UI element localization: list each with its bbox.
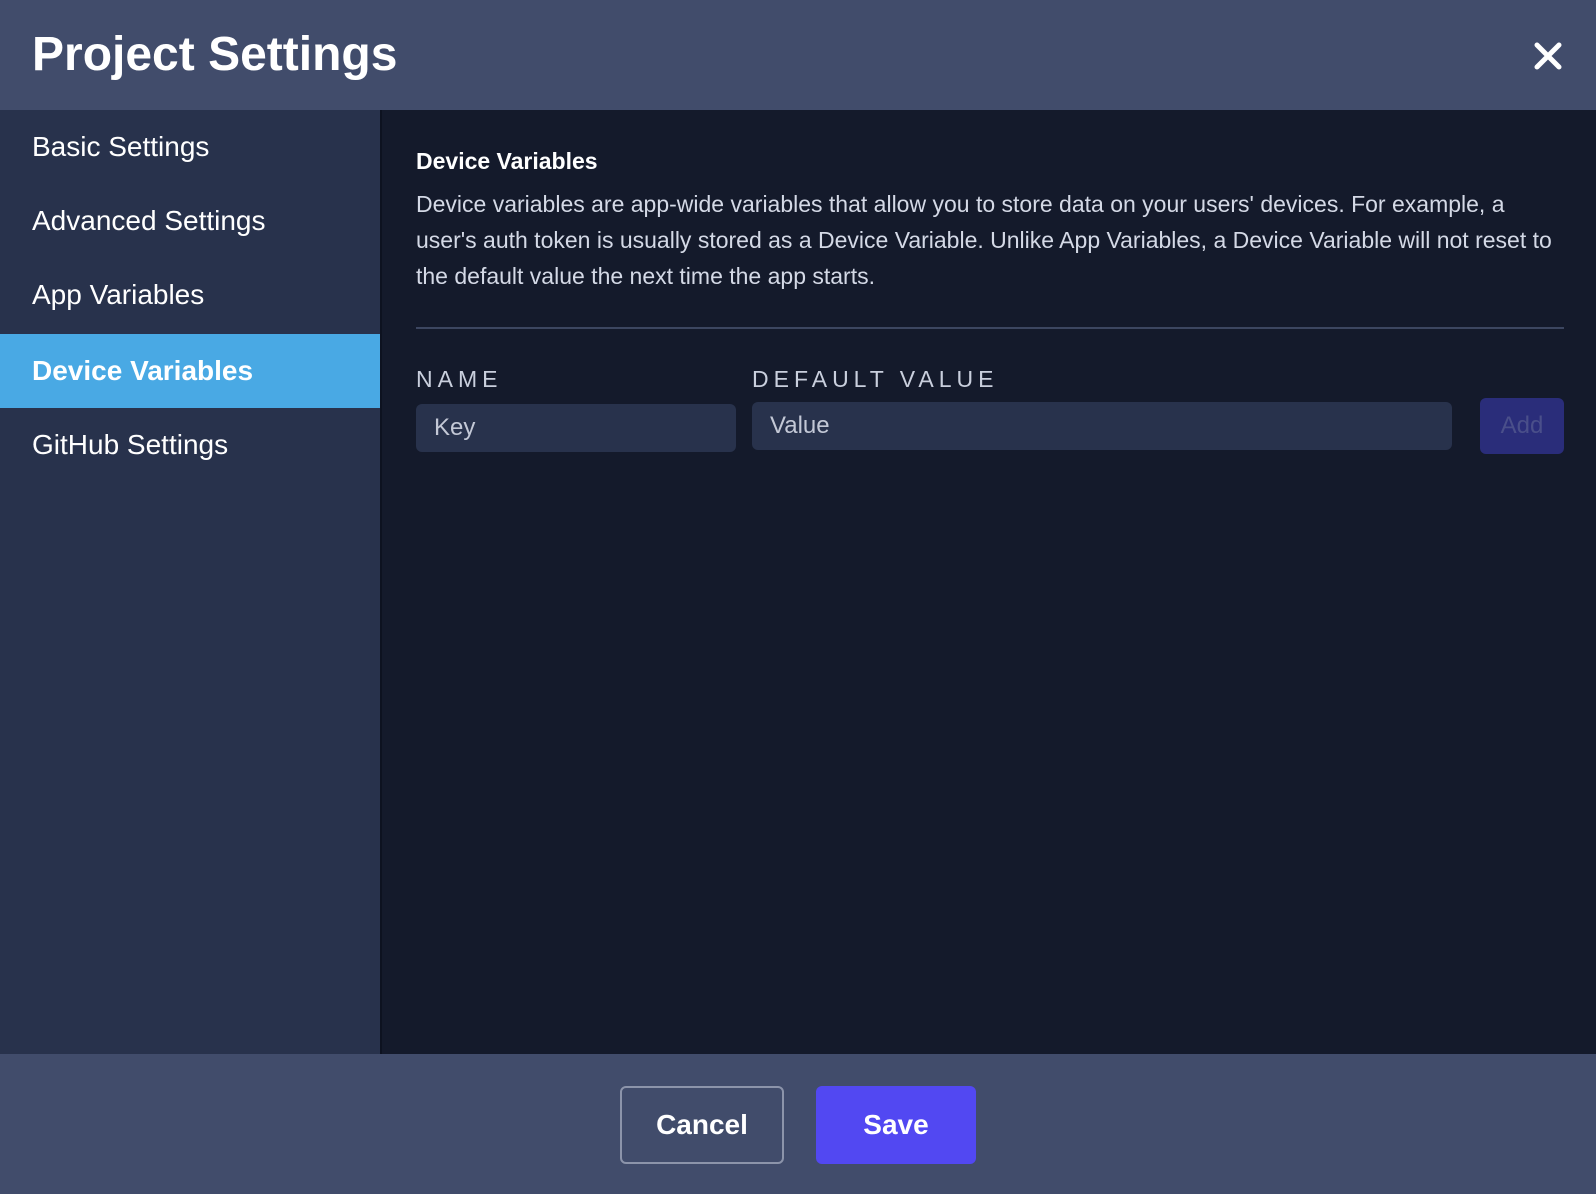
section-title: Device Variables — [416, 148, 598, 174]
sidebar-item-github-settings[interactable]: GitHub Settings — [0, 408, 380, 482]
save-button[interactable]: Save — [816, 1086, 976, 1164]
project-settings-dialog: Project Settings Basic Settings Advanced… — [0, 0, 1596, 1194]
add-variable-button[interactable]: Add — [1480, 398, 1564, 454]
cancel-button[interactable]: Cancel — [620, 1086, 784, 1164]
key-input[interactable] — [416, 404, 736, 452]
main-panel: Device Variables Device variables are ap… — [382, 110, 1596, 1054]
value-input[interactable] — [752, 402, 1452, 450]
section-description: Device variables are app-wide variables … — [416, 191, 1552, 289]
close-button[interactable] — [1528, 36, 1568, 76]
sidebar-item-device-variables[interactable]: Device Variables — [0, 334, 380, 408]
section-divider — [416, 327, 1564, 329]
dialog-footer: Cancel Save — [0, 1054, 1596, 1194]
default-value-column-label: DEFAULT VALUE — [752, 366, 999, 392]
name-column-label: NAME — [416, 366, 503, 392]
dialog-header: Project Settings — [0, 0, 1596, 110]
sidebar-item-app-variables[interactable]: App Variables — [0, 258, 380, 332]
close-icon — [1534, 42, 1562, 70]
dialog-title: Project Settings — [32, 28, 398, 81]
sidebar-item-advanced-settings[interactable]: Advanced Settings — [0, 184, 380, 258]
sidebar-item-basic-settings[interactable]: Basic Settings — [0, 110, 380, 184]
settings-sidebar: Basic Settings Advanced Settings App Var… — [0, 110, 382, 1054]
